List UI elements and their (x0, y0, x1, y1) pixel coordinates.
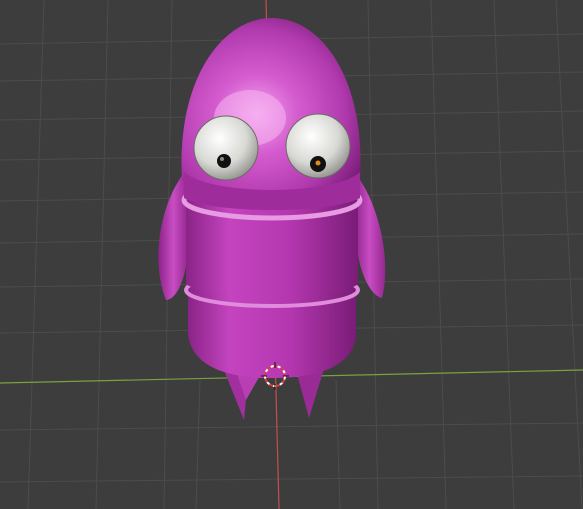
lower-body (188, 282, 356, 378)
left-eye[interactable] (193, 115, 259, 181)
3d-viewport[interactable] (0, 0, 583, 509)
viewport-canvas[interactable] (0, 0, 583, 509)
left-arm[interactable] (158, 168, 188, 300)
left-pupil (217, 154, 231, 168)
right-eye[interactable] (285, 113, 351, 179)
